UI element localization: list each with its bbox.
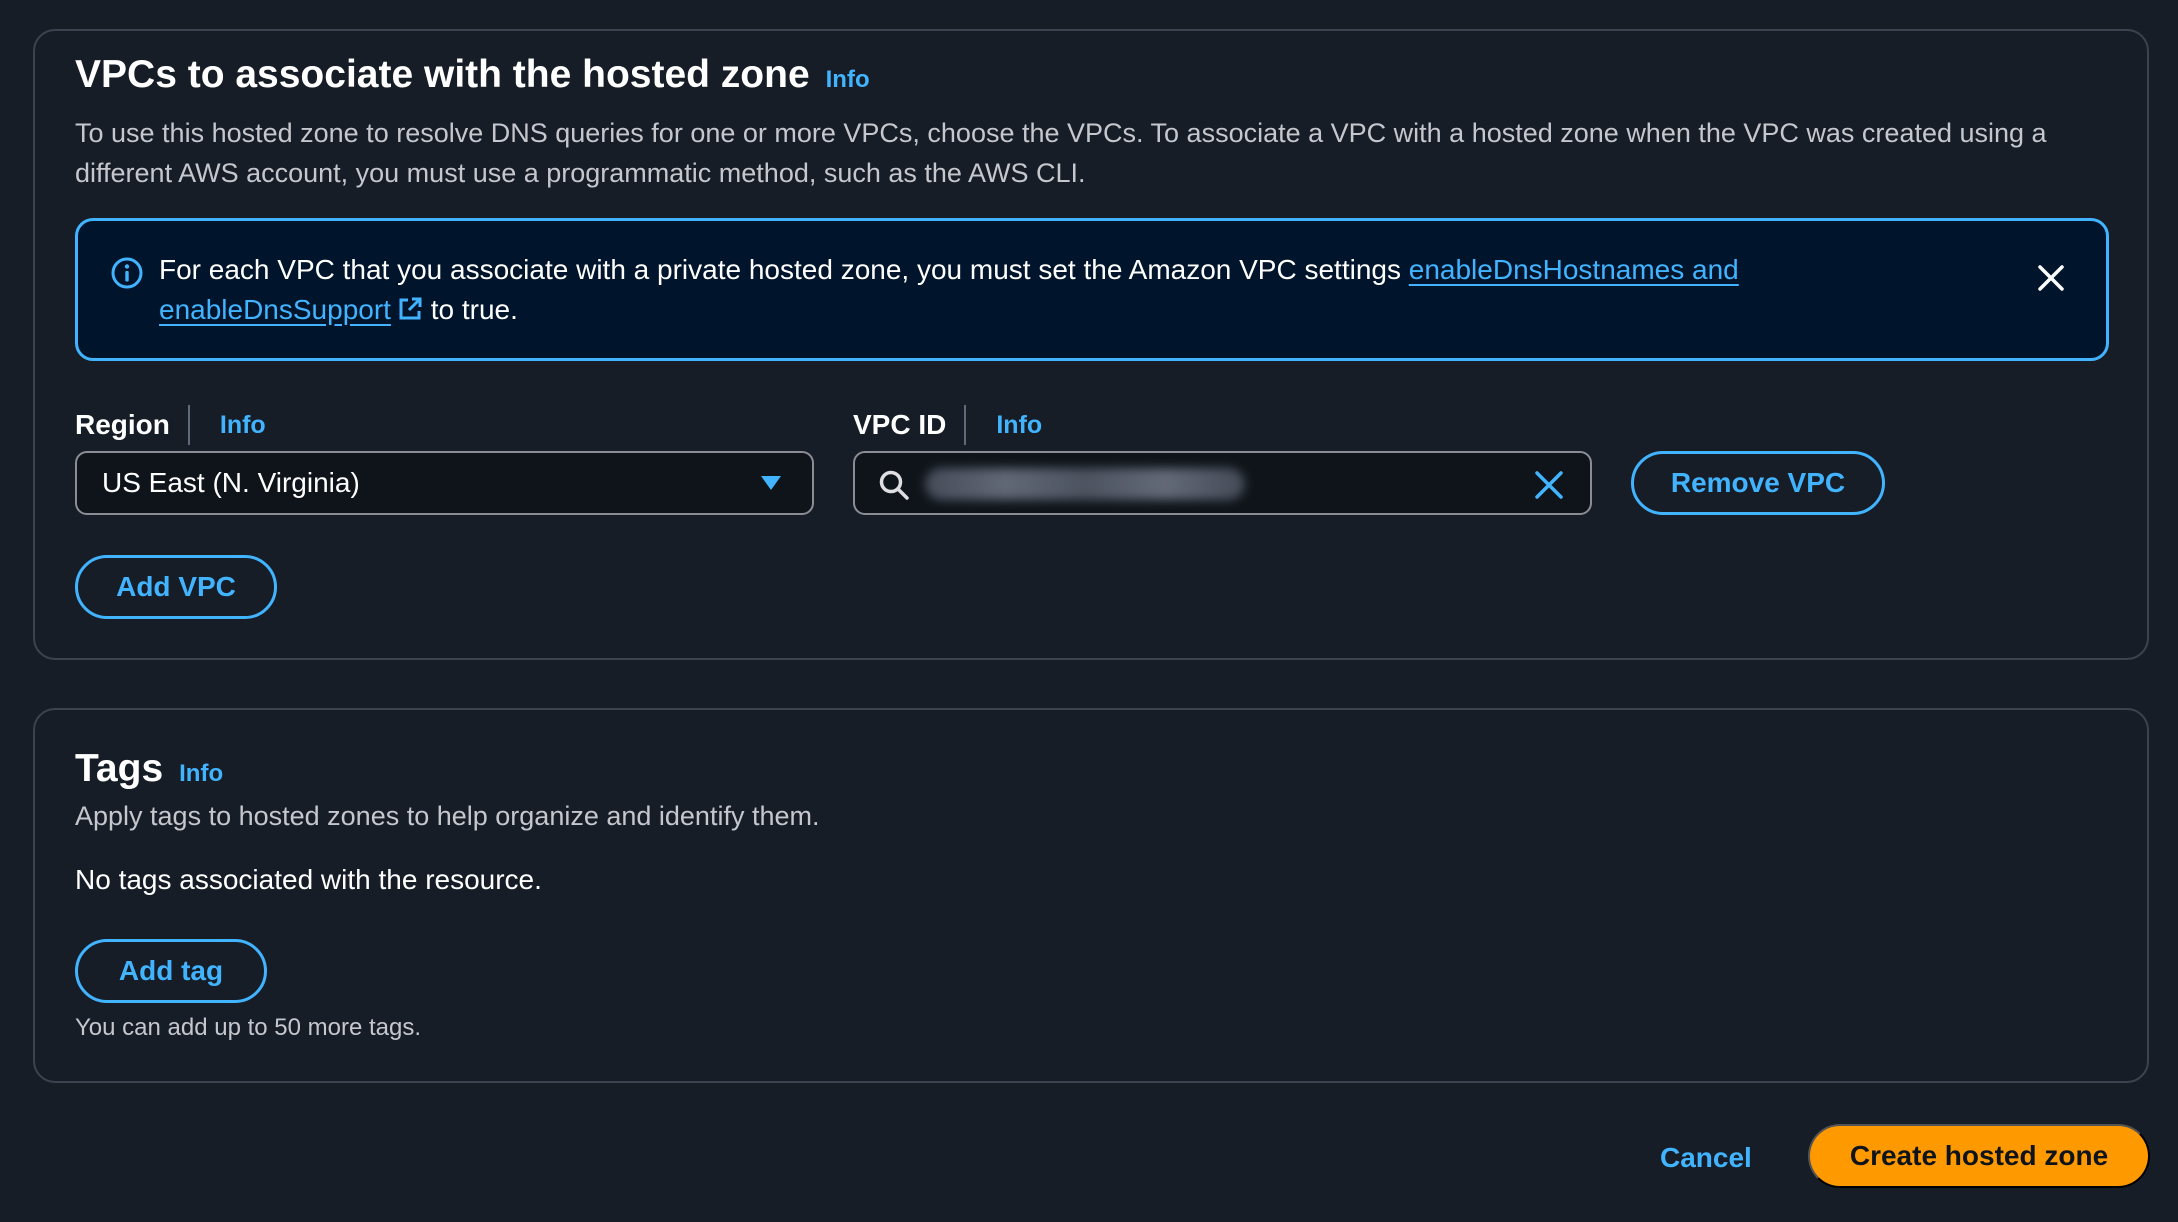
vpc-association-panel: VPCs to associate with the hosted zone I… [33,29,2149,660]
alert-text-after: to true. [422,294,518,325]
region-label: Region Info [75,403,266,447]
region-info-link[interactable]: Info [220,411,266,440]
clear-icon[interactable] [1532,468,1566,502]
tags-section-title: Tags Info [75,745,223,798]
add-vpc-button[interactable]: Add VPC [75,555,277,619]
vpc-section-title-text: VPCs to associate with the hosted zone [75,53,810,96]
label-divider [964,405,967,445]
vpc-section-title: VPCs to associate with the hosted zone I… [75,51,870,104]
tags-section-title-text: Tags [75,747,164,790]
label-divider [187,405,190,445]
region-selected-value: US East (N. Virginia) [102,467,360,498]
close-icon[interactable] [2034,261,2068,295]
no-tags-message: No tags associated with the resource. [75,864,542,895]
vpc-id-search-input[interactable] [853,451,1592,515]
alert-text-before: For each VPC that you associate with a p… [159,254,1409,285]
tags-limit-hint: You can add up to 50 more tags. [75,1014,422,1041]
add-tag-button[interactable]: Add tag [75,939,267,1003]
vpc-id-info-link[interactable]: Info [996,411,1042,440]
dns-settings-info-alert: For each VPC that you associate with a p… [75,218,2109,361]
vpc-section-description: To use this hosted zone to resolve DNS q… [75,118,2047,188]
tags-section-description: Apply tags to hosted zones to help organ… [75,801,820,831]
region-select[interactable]: US East (N. Virginia) [75,451,814,515]
create-hosted-zone-button[interactable]: Create hosted zone [1808,1124,2150,1188]
vpc-id-label-text: VPC ID [853,409,947,440]
vpc-id-label: VPC ID Info [853,403,1042,447]
tags-panel: Tags Info Apply tags to hosted zones to … [33,708,2149,1083]
tags-section-info-link[interactable]: Info [179,750,223,798]
caret-down-icon [761,476,781,490]
alert-message: For each VPC that you associate with a p… [159,250,1859,330]
cancel-button[interactable]: Cancel [1660,1138,1752,1178]
external-link-icon [399,297,422,320]
region-label-text: Region [75,409,170,440]
search-icon [879,470,909,500]
vpc-section-info-link[interactable]: Info [826,56,870,104]
redacted-vpc-id-value [925,468,1245,500]
info-circle-icon [111,257,143,289]
remove-vpc-button[interactable]: Remove VPC [1631,451,1885,515]
